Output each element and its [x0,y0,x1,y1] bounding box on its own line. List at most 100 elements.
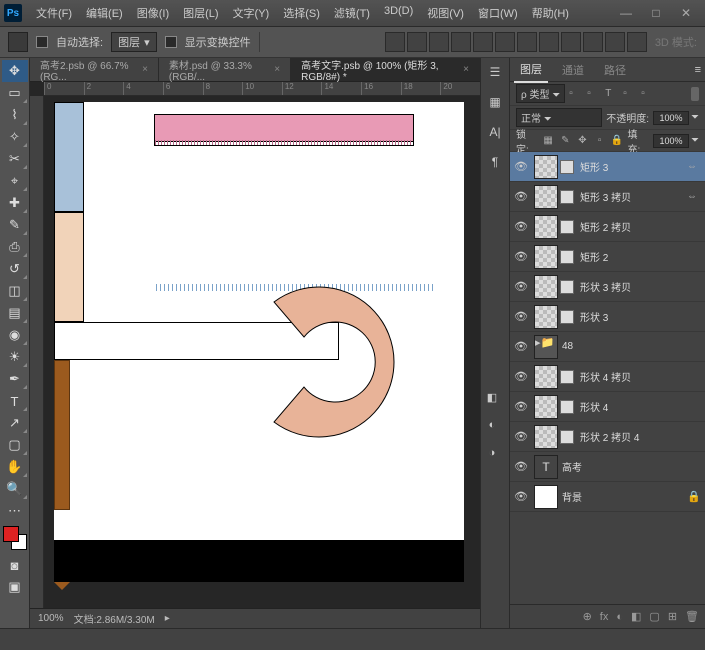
shape-tool[interactable]: ▢ [2,434,28,456]
align-icon[interactable] [407,32,427,52]
filter-icon[interactable]: ▫ [587,88,601,99]
layer-thumb[interactable] [534,245,558,269]
menu-item[interactable]: 文件(F) [30,3,78,23]
panel-foot-button[interactable]: ◐ [616,611,623,623]
crop-tool[interactable]: ✂ [2,148,28,170]
align-icon[interactable] [517,32,537,52]
layer-name[interactable]: 形状 3 拷贝 [578,279,701,294]
layer-name[interactable]: 矩形 3 拷贝 [578,189,687,204]
menu-item[interactable]: 滤镜(T) [328,3,376,23]
layer-thumb[interactable] [534,365,558,389]
panel-foot-button[interactable]: ▢ [649,610,659,623]
filter-icon[interactable]: ▫ [623,88,637,99]
panel-menu-icon[interactable]: ≡ [695,64,701,76]
panel-foot-button[interactable]: ⊕ [583,610,592,623]
marquee-tool[interactable]: ▭ [2,82,28,104]
color-icon[interactable]: ◧ [481,386,503,408]
show-transform-checkbox[interactable] [165,36,177,48]
menu-item[interactable]: 编辑(E) [80,3,129,23]
menu-item[interactable]: 图像(I) [131,3,175,23]
layer-thumb[interactable] [534,215,558,239]
layer-row[interactable]: 👁▸📁48 [510,332,705,362]
layer-name[interactable]: 形状 4 [578,399,701,414]
align-icon[interactable] [429,32,449,52]
status-arrow[interactable]: ▸ [165,613,170,624]
visibility-icon[interactable]: 👁 [510,250,532,263]
panel-foot-button[interactable]: 🗑 [685,610,699,623]
auto-select-checkbox[interactable] [36,36,48,48]
layer-row[interactable]: 👁形状 4 拷贝 [510,362,705,392]
layer-thumb[interactable] [534,185,558,209]
align-icon[interactable] [473,32,493,52]
hand-tool[interactable]: ✋ [2,456,28,478]
maximize-button[interactable]: □ [641,3,671,23]
panel-tab[interactable]: 路径 [598,58,632,82]
visibility-icon[interactable]: 👁 [510,490,532,503]
align-icon[interactable] [451,32,471,52]
swatches-icon[interactable]: ▦ [485,92,505,112]
menu-item[interactable]: 文字(Y) [227,3,276,23]
layer-thumb[interactable] [534,485,558,509]
document-tab[interactable]: 高考文字.psb @ 100% (矩形 3, RGB/8#) *× [291,58,480,81]
menu-item[interactable]: 帮助(H) [526,3,575,23]
layer-row[interactable]: 👁 矩形 2 拷贝 [510,212,705,242]
align-icon[interactable] [583,32,603,52]
layer-mask-thumb[interactable] [560,400,574,414]
layer-row[interactable]: 👁 形状 3 拷贝 [510,272,705,302]
heal-tool[interactable]: ✚ [2,192,28,214]
align-icon[interactable] [385,32,405,52]
visibility-icon[interactable]: 👁 [510,430,532,443]
panel-foot-button[interactable]: fx [600,611,609,623]
align-icon[interactable] [495,32,515,52]
color-swatch[interactable] [3,526,27,550]
align-icon[interactable] [627,32,647,52]
layer-name[interactable]: 矩形 2 [578,249,701,264]
visibility-icon[interactable]: 👁 [510,280,532,293]
layer-mask-thumb[interactable] [560,430,574,444]
tab-close-icon[interactable]: × [274,64,280,75]
layer-thumb[interactable] [534,425,558,449]
layer-row[interactable]: 👁背景🔒 [510,482,705,512]
gradient-tool[interactable]: ▤ [2,302,28,324]
layer-name[interactable]: 矩形 2 拷贝 [578,219,701,234]
tab-close-icon[interactable]: × [463,64,469,75]
layer-row[interactable]: 👁T高考 [510,452,705,482]
layer-row[interactable]: 👁矩形 3 拷贝⇔ [510,182,705,212]
visibility-icon[interactable]: 👁 [510,220,532,233]
layer-name[interactable]: 背景 [560,489,687,504]
auto-select-mode[interactable]: 图层▾ [111,32,157,52]
lock-all-icon[interactable]: 🔒 [610,134,623,148]
wand-tool[interactable]: ✧ [2,126,28,148]
blend-mode[interactable]: 正常 ⏷ [516,108,602,127]
layer-mask-thumb[interactable] [560,190,574,204]
close-button[interactable]: ✕ [671,3,701,23]
menu-item[interactable]: 窗口(W) [472,3,524,23]
zoom-tool[interactable]: 🔍 [2,478,28,500]
style-icon[interactable]: ◐ [481,414,503,436]
zoom-level[interactable]: 100% [38,613,64,624]
layer-thumb[interactable] [534,395,558,419]
visibility-icon[interactable]: 👁 [510,400,532,413]
para-icon[interactable]: ¶ [485,152,505,172]
pen-tool[interactable]: ✒ [2,368,28,390]
align-icon[interactable] [561,32,581,52]
layer-row[interactable]: 👁形状 3 [510,302,705,332]
layer-name[interactable]: 高考 [560,459,701,474]
filter-icon[interactable]: T [605,88,619,99]
visibility-icon[interactable]: 👁 [510,190,532,203]
type-tool[interactable]: T [2,390,28,412]
lock-paint-icon[interactable]: ✎ [559,134,572,148]
screenmode[interactable]: ▣ [2,576,28,598]
layer-mask-thumb[interactable] [560,160,574,174]
layer-mask-thumb[interactable] [560,220,574,234]
document-tab[interactable]: 素材.psd @ 33.3%(RGB/...× [159,58,291,81]
layer-mask-thumb[interactable] [560,370,574,384]
tab-close-icon[interactable]: × [142,64,148,75]
panel-foot-button[interactable]: ◧ [631,610,641,623]
document-tab[interactable]: 高考2.psb @ 66.7%(RG...× [30,58,159,81]
layer-row[interactable]: 👁矩形 3⇔ [510,152,705,182]
eyedrop-tool[interactable]: ⌖ [2,170,28,192]
visibility-icon[interactable]: 👁 [510,340,532,353]
align-icon[interactable] [539,32,559,52]
panel-tab[interactable]: 通道 [556,58,590,82]
